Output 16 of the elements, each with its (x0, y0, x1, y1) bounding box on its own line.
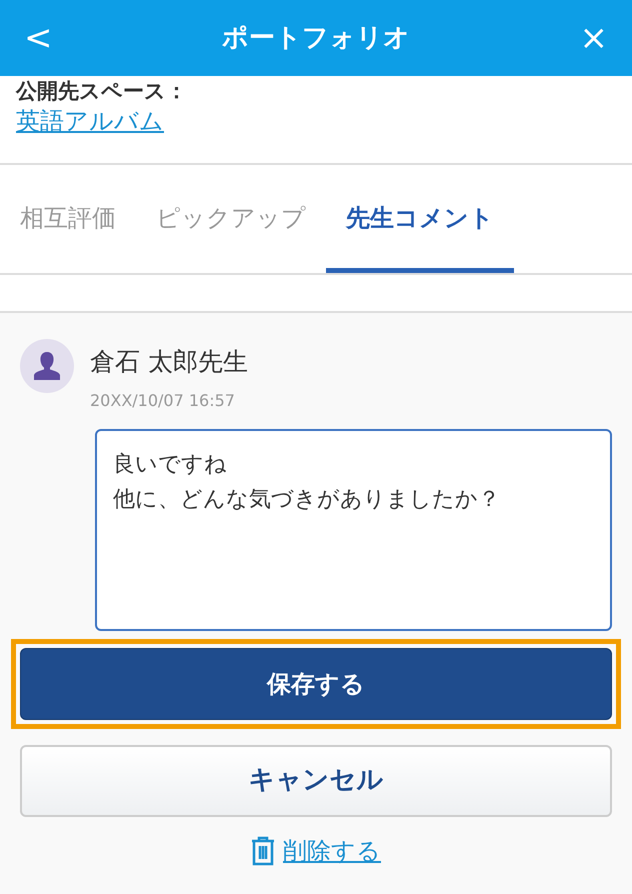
close-button[interactable]: × (548, 21, 608, 55)
tab[interactable]: ピックアップ (136, 185, 326, 274)
tab[interactable]: 先生コメント (326, 185, 514, 274)
space-label: 公開先スペース： (16, 80, 188, 104)
comment-field[interactable]: 良いですね 他に、どんな気づきがありましたか？ (95, 428, 612, 631)
trash-icon[interactable] (251, 836, 275, 866)
delete-link[interactable]: 削除する (283, 832, 381, 869)
save-button[interactable]: 保存する (20, 648, 612, 720)
page-title: ポートフォリオ (222, 22, 410, 54)
author-name: 倉石 太郎先生 (90, 346, 248, 378)
comment-time: 20XX/10/07 16:57 (90, 390, 236, 412)
person-icon (31, 350, 63, 382)
album-link[interactable]: 英語アルバム (16, 107, 164, 136)
cancel-button[interactable]: キャンセル (20, 744, 612, 817)
tab[interactable]: 相互評価 (0, 185, 136, 274)
back-button[interactable]: < (24, 21, 84, 55)
